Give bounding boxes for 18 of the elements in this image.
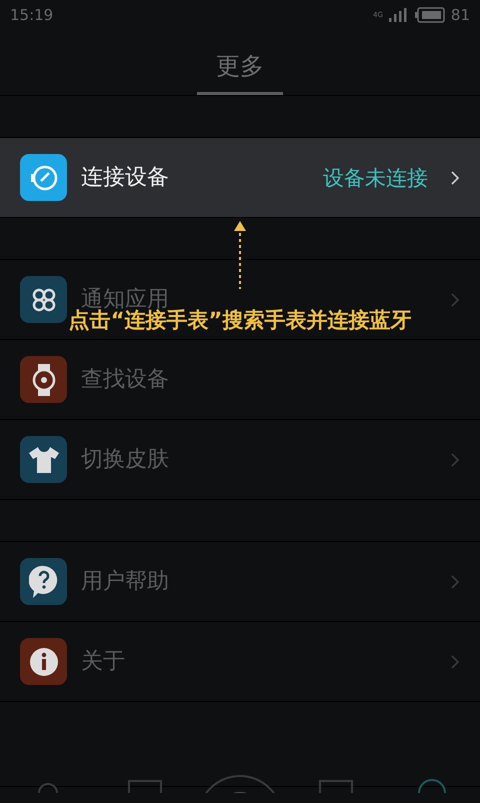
menu-label: 查找设备	[81, 368, 169, 392]
help-bubble-icon	[28, 564, 58, 598]
page-title: 更多	[216, 51, 264, 82]
watch-icon	[32, 362, 56, 396]
dotted-arrow	[233, 221, 247, 289]
menu-label: 用户帮助	[81, 570, 169, 594]
callout-text: 点击“连接手表”搜索手表并连接蓝牙	[68, 309, 412, 332]
battery-icon	[414, 7, 445, 23]
info-icon	[28, 646, 58, 676]
menu-label: 连接设备	[81, 166, 169, 190]
menu-label: 关于	[81, 650, 125, 674]
signal-icon	[388, 8, 409, 22]
status-time: 15:19	[10, 6, 54, 24]
shirt-icon	[28, 446, 60, 474]
menu-row[interactable]: 连接设备 设备未连接	[0, 138, 480, 218]
battery-level: 81	[450, 6, 470, 24]
menu-label: 切换皮肤	[81, 448, 169, 472]
connection-status: 设备未连接	[323, 164, 428, 192]
